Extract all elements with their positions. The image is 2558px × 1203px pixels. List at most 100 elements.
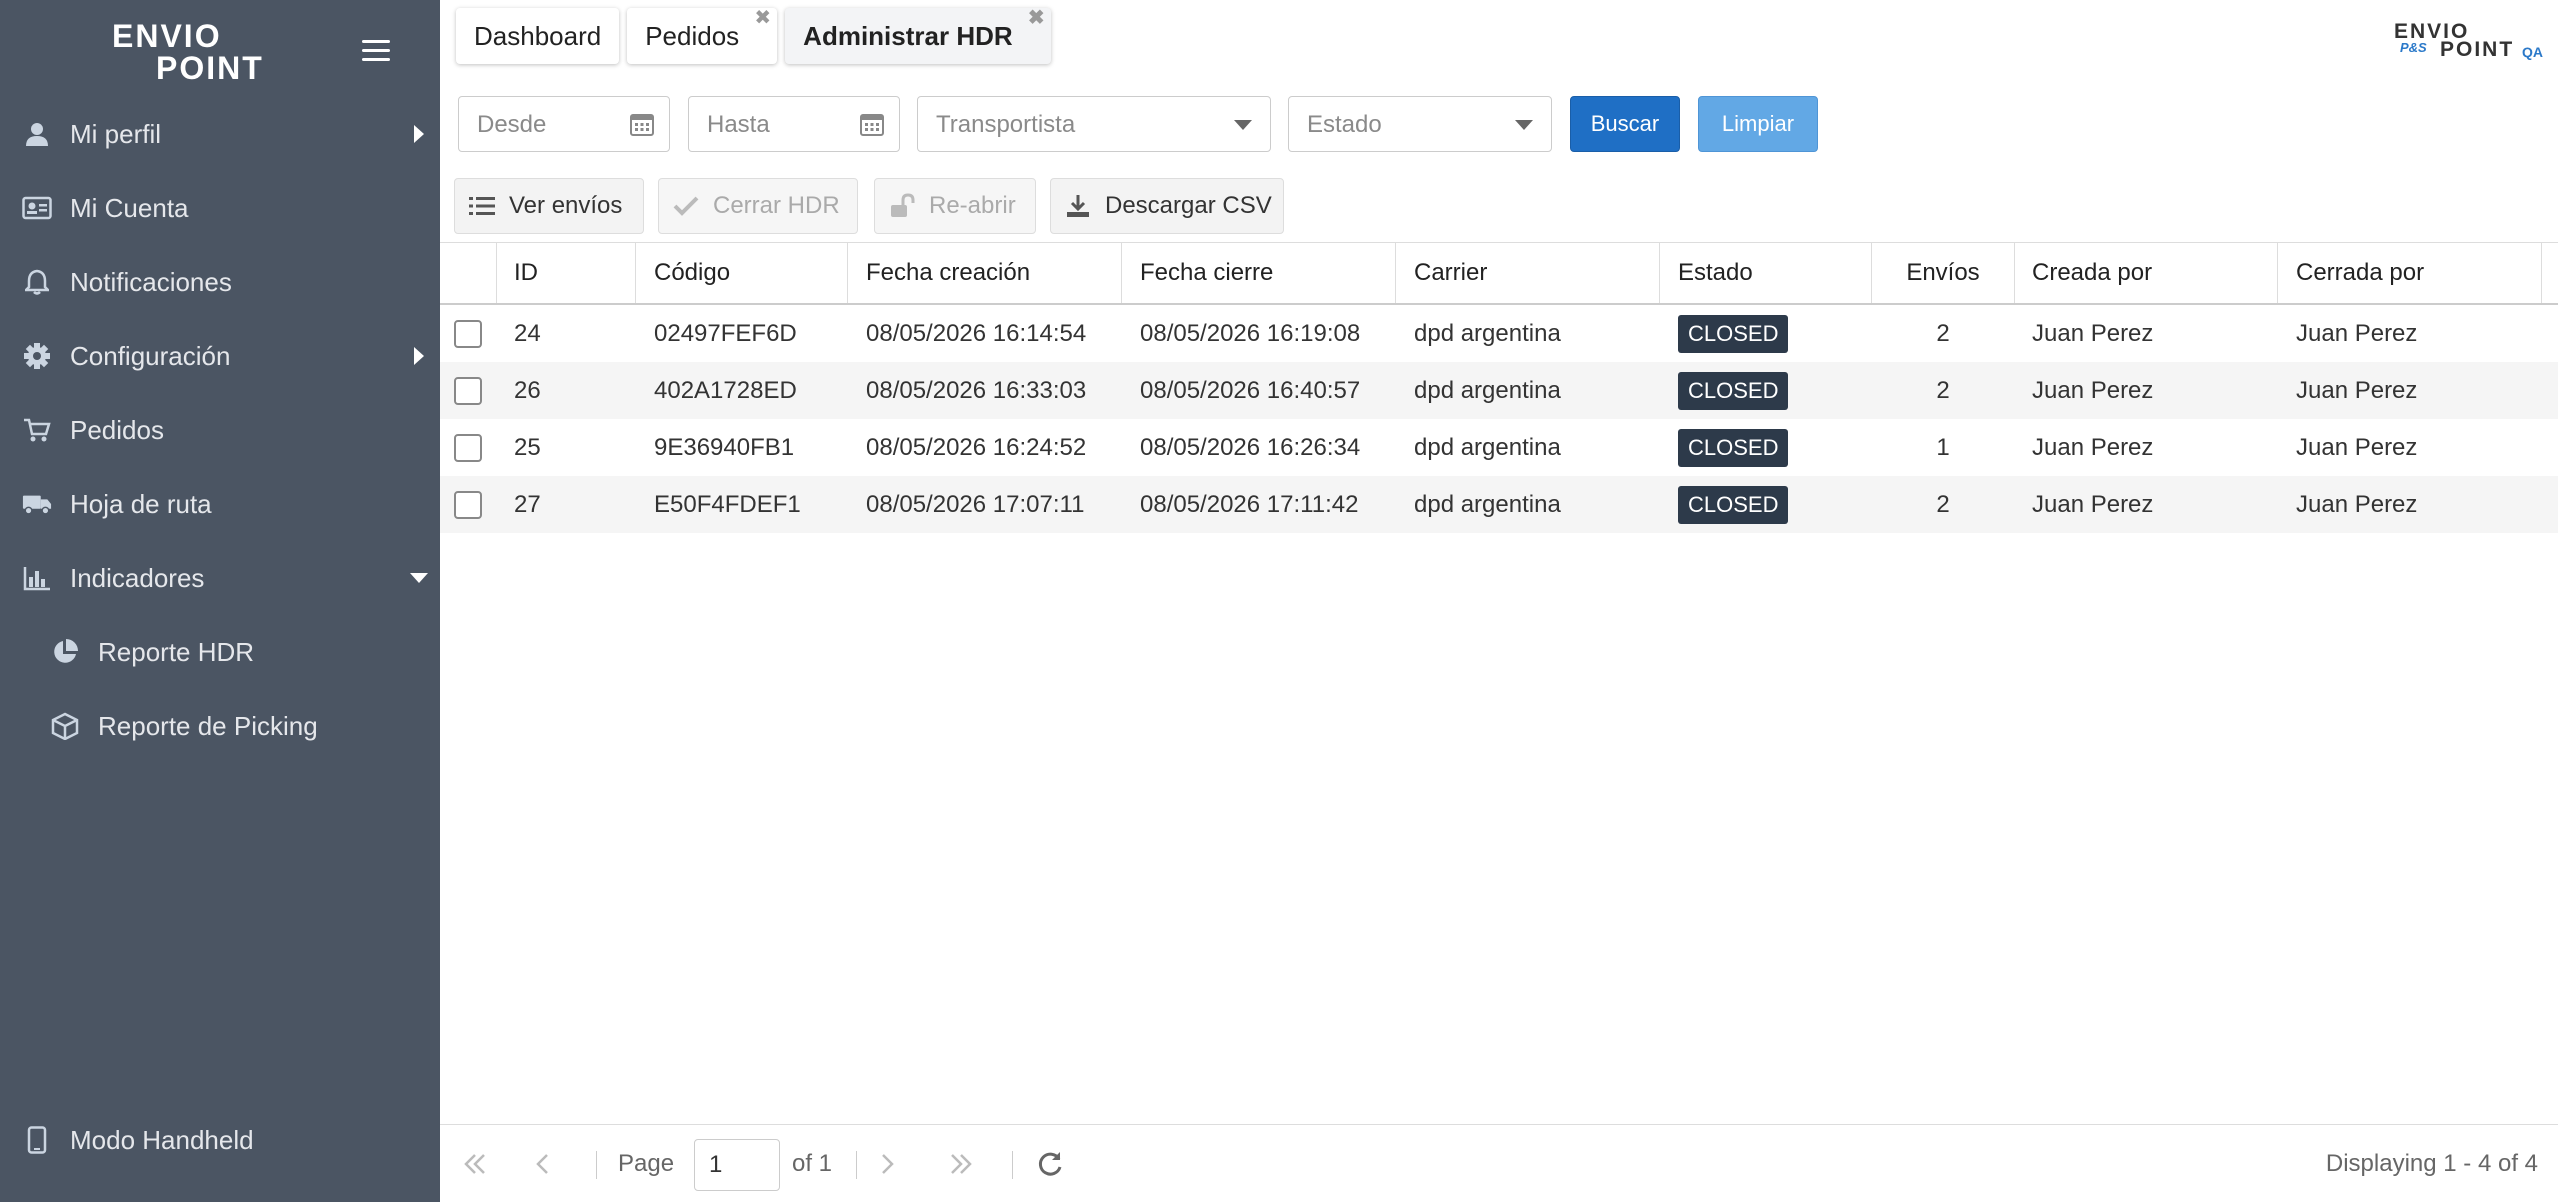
calendar-icon[interactable] (629, 111, 655, 137)
sidebar-item-reporte-picking[interactable]: Reporte de Picking (0, 696, 440, 756)
tab-administrar-hdr[interactable]: Administrar HDR ✖ (785, 8, 1051, 64)
last-page-icon[interactable] (948, 1125, 974, 1203)
displaying-summary: Displaying 1 - 4 of 4 (2325, 1150, 2538, 1177)
cell-envios: 2 (1936, 376, 1950, 404)
transportista-select[interactable]: Transportista (917, 96, 1271, 152)
prev-page-icon[interactable] (534, 1125, 552, 1203)
caret-right-icon (414, 347, 424, 365)
cell-codigo: 402A1728ED (654, 376, 797, 404)
sidebar-item-configuracion[interactable]: Configuración (0, 326, 440, 386)
descargar-csv-label: Descargar CSV (1105, 192, 1272, 219)
page-count-label: of 1 (792, 1150, 833, 1177)
id-card-icon (22, 193, 52, 223)
select-column-header (440, 243, 497, 303)
pagination-bar: Page of 1 Displaying 1 - 4 of 4 (440, 1124, 2558, 1203)
chevron-down-icon (1515, 120, 1533, 130)
cerrar-hdr-button[interactable]: Cerrar HDR (658, 178, 858, 234)
desde-date-field[interactable]: Desde (458, 96, 670, 152)
tab-pedidos[interactable]: Pedidos ✖ (627, 8, 778, 64)
box-icon (50, 711, 80, 741)
column-header-id[interactable]: ID (496, 243, 636, 303)
sidebar-item-label: Modo Handheld (70, 1124, 254, 1155)
check-icon (671, 191, 701, 221)
buscar-button[interactable]: Buscar (1570, 96, 1680, 152)
estado-select[interactable]: Estado (1288, 96, 1552, 152)
sidebar-item-mi-cuenta[interactable]: Mi Cuenta (0, 178, 440, 238)
column-header-cerrada-por[interactable]: Cerrada por (2278, 243, 2542, 303)
re-abrir-button[interactable]: Re-abrir (874, 178, 1036, 234)
cell-creada-por: Juan Perez (2032, 319, 2154, 347)
mobile-icon (22, 1125, 52, 1155)
cell-fecha-creacion: 08/05/2026 17:07:11 (866, 490, 1085, 518)
row-checkbox[interactable] (454, 319, 482, 348)
hasta-date-field[interactable]: Hasta (688, 96, 900, 152)
cell-fecha-cierre: 08/05/2026 16:40:57 (1140, 376, 1361, 404)
close-icon[interactable]: ✖ (754, 8, 771, 28)
estado-placeholder: Estado (1307, 111, 1382, 138)
sidebar-item-label: Configuración (70, 340, 231, 371)
column-header-fecha-cierre[interactable]: Fecha cierre (1122, 243, 1396, 303)
column-header-envios[interactable]: Envíos (1872, 243, 2015, 303)
status-badge: CLOSED (1678, 371, 1789, 410)
hasta-placeholder: Hasta (707, 111, 770, 138)
cell-fecha-cierre: 08/05/2026 16:19:08 (1140, 319, 1361, 347)
cell-fecha-creacion: 08/05/2026 16:24:52 (866, 433, 1087, 461)
brand-logo: ENVIO POINT (110, 18, 264, 86)
gear-icon (22, 341, 52, 371)
cell-codigo: 02497FEF6D (654, 319, 797, 347)
bar-chart-icon (22, 563, 52, 593)
status-badge: CLOSED (1678, 428, 1789, 467)
page-number-input[interactable] (694, 1139, 780, 1191)
column-header-carrier[interactable]: Carrier (1396, 243, 1660, 303)
brand-line1: ENVIO (112, 18, 222, 54)
cell-codigo: E50F4FDEF1 (654, 490, 801, 518)
next-page-icon[interactable] (878, 1125, 896, 1203)
sidebar-item-mi-perfil[interactable]: Mi perfil (0, 104, 440, 164)
sidebar-item-indicadores[interactable]: Indicadores (0, 548, 440, 608)
cell-envios: 1 (1936, 433, 1950, 461)
sidebar-item-reporte-hdr[interactable]: Reporte HDR (0, 622, 440, 682)
descargar-csv-button[interactable]: Descargar CSV (1050, 178, 1284, 234)
user-icon (22, 119, 52, 149)
sidebar-item-hoja-de-ruta[interactable]: Hoja de ruta (0, 474, 440, 534)
truck-icon (22, 489, 52, 519)
sidebar-item-notificaciones[interactable]: Notificaciones (0, 252, 440, 312)
sidebar-item-label: Mi Cuenta (70, 192, 189, 223)
table-row[interactable]: 25 9E36940FB1 08/05/2026 16:24:52 08/05/… (440, 419, 2558, 476)
tab-bar: Dashboard Pedidos ✖ Administrar HDR ✖ (456, 8, 1051, 64)
cell-fecha-cierre: 08/05/2026 17:11:42 (1140, 490, 1359, 518)
ver-envios-button[interactable]: Ver envíos (454, 178, 644, 234)
sidebar-item-pedidos[interactable]: Pedidos (0, 400, 440, 460)
tab-dashboard[interactable]: Dashboard (456, 8, 620, 64)
tab-label: Administrar HDR (803, 20, 1013, 51)
page-label: Page (618, 1150, 675, 1177)
calendar-icon[interactable] (859, 111, 885, 137)
brand-line2: POINT (156, 50, 264, 86)
row-checkbox[interactable] (454, 490, 482, 519)
table-header: ID Código Fecha creación Fecha cierre Ca… (440, 242, 2558, 305)
menu-toggle-icon[interactable] (362, 40, 390, 64)
tab-label: Pedidos (645, 20, 740, 51)
close-icon[interactable]: ✖ (1028, 8, 1045, 28)
unlock-icon (887, 191, 917, 221)
refresh-icon[interactable] (1036, 1125, 1064, 1203)
cell-id: 27 (514, 490, 541, 518)
column-header-creada-por[interactable]: Creada por (2014, 243, 2278, 303)
column-header-codigo[interactable]: Código (636, 243, 848, 303)
table-row[interactable]: 27 E50F4FDEF1 08/05/2026 17:07:11 08/05/… (440, 476, 2558, 533)
caret-down-icon (410, 573, 428, 583)
limpiar-button[interactable]: Limpiar (1698, 96, 1818, 152)
row-checkbox[interactable] (454, 433, 482, 462)
cell-fecha-creacion: 08/05/2026 16:33:03 (866, 376, 1087, 404)
list-icon (467, 191, 497, 221)
table-row[interactable]: 24 02497FEF6D 08/05/2026 16:14:54 08/05/… (440, 305, 2558, 362)
first-page-icon[interactable] (462, 1125, 488, 1203)
sidebar-item-modo-handheld[interactable]: Modo Handheld (0, 1110, 440, 1170)
sidebar-item-label: Reporte HDR (98, 636, 255, 667)
column-header-fecha-creacion[interactable]: Fecha creación (848, 243, 1122, 303)
cell-id: 26 (514, 376, 541, 404)
pie-chart-icon (50, 637, 80, 667)
table-row[interactable]: 26 402A1728ED 08/05/2026 16:33:03 08/05/… (440, 362, 2558, 419)
column-header-estado[interactable]: Estado (1660, 243, 1872, 303)
row-checkbox[interactable] (454, 376, 482, 405)
